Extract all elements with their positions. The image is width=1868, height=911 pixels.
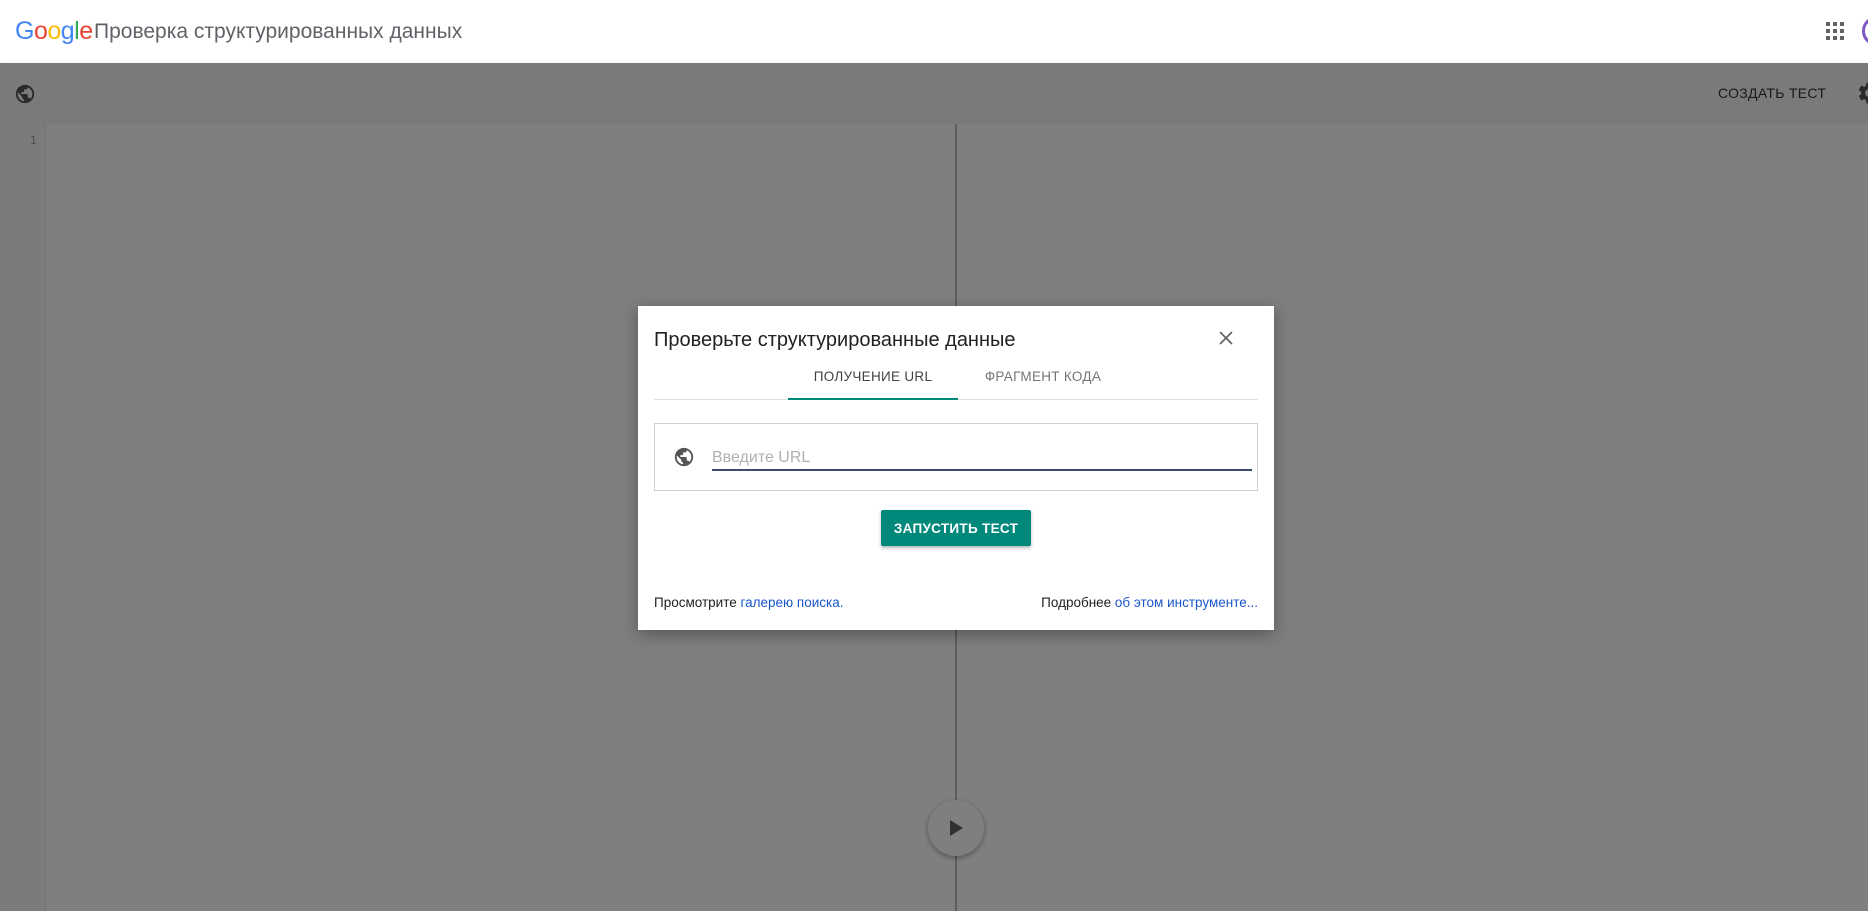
apps-grid-icon[interactable] xyxy=(1826,22,1844,40)
top-app-bar: Google Проверка структурированных данных xyxy=(0,0,1868,63)
google-logo[interactable]: Google xyxy=(15,17,93,46)
tab-fetch-url[interactable]: ПОЛУЧЕНИЕ URL xyxy=(788,358,958,400)
about-tool-hint: Подробнее об этом инструменте... xyxy=(1041,595,1258,610)
dialog-title: Проверьте структурированные данные xyxy=(654,329,1016,351)
gallery-hint: Просмотрите галерею поиска. xyxy=(654,595,843,610)
input-mode-tabs: ПОЛУЧЕНИЕ URL ФРАГМЕНТ КОДА xyxy=(654,358,1258,400)
close-button[interactable] xyxy=(1212,324,1240,352)
url-input-container xyxy=(654,423,1258,491)
tab-code-snippet[interactable]: ФРАГМЕНТ КОДА xyxy=(958,358,1128,400)
about-tool-hint-text: Подробнее xyxy=(1041,595,1115,610)
globe-icon xyxy=(673,446,695,468)
check-structured-data-dialog: Проверьте структурированные данные ПОЛУЧ… xyxy=(638,306,1274,630)
url-input[interactable] xyxy=(712,441,1252,471)
gallery-hint-text: Просмотрите xyxy=(654,595,741,610)
search-gallery-link[interactable]: галерею поиска. xyxy=(740,595,843,610)
account-avatar[interactable] xyxy=(1862,16,1868,46)
app-title: Проверка структурированных данных xyxy=(94,20,463,43)
about-tool-link[interactable]: об этом инструменте... xyxy=(1115,595,1258,610)
close-icon xyxy=(1219,331,1233,345)
run-test-button[interactable]: ЗАПУСТИТЬ ТЕСТ xyxy=(881,510,1031,546)
